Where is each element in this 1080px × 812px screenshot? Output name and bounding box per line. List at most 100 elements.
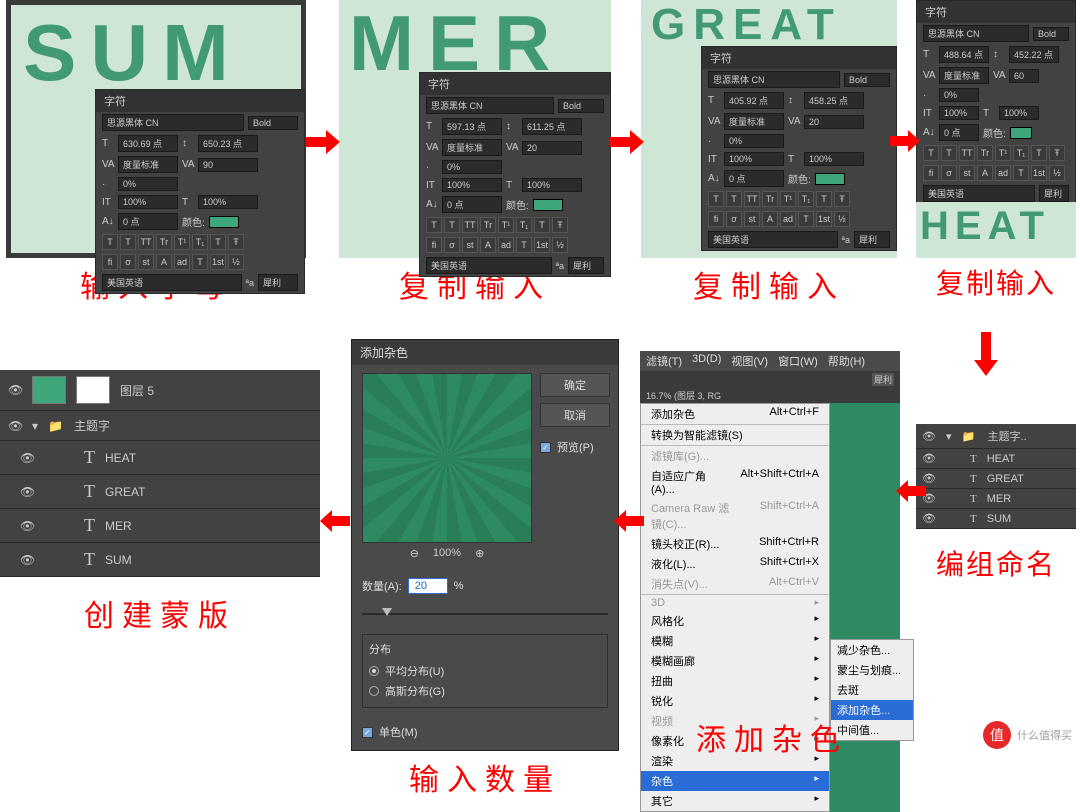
style-toggle-row: TTTTTrT¹T₁TŦ [96,232,304,252]
uniform-radio[interactable] [369,666,379,676]
caption-6: 添加杂色 [652,715,892,759]
vscale-input[interactable]: 100% [118,195,178,209]
color-label: 颜色: [182,214,205,229]
arrow-right-icon [890,130,920,152]
underline-toggle[interactable]: T [210,234,226,250]
gaussian-radio[interactable] [369,686,379,696]
text-color-swatch[interactable] [209,216,239,228]
subscript-toggle[interactable]: T₁ [192,234,208,250]
tracking-icon: VA [182,159,194,170]
ligature-toggle[interactable]: fi [102,254,118,270]
text-sum[interactable]: SUM [23,7,243,99]
baseline-input[interactable]: 0 点 [118,213,178,230]
text-heat[interactable]: HEAT [920,204,1050,249]
arrow-down-icon [974,332,998,376]
canvas-3: GREAT 字符 思源黑体 CNBold T405.92 点↕458.25 点 … [641,0,897,258]
amount-slider-thumb[interactable] [382,608,392,616]
visibility-icon[interactable]: 👁 [922,430,936,443]
allcaps-toggle[interactable]: TT [138,234,154,250]
italic-toggle[interactable]: T [120,234,136,250]
character-panel-3[interactable]: 字符 思源黑体 CNBold T405.92 点↕458.25 点 VA度量标准… [701,46,897,251]
noise-preview [362,373,532,543]
strikethrough-toggle[interactable]: Ŧ [228,234,244,250]
mask-thumb[interactable] [76,376,110,404]
opentype-row: fiσstAadT1st½ [96,252,304,272]
layer-heat[interactable]: HEAT [987,453,1016,465]
zoom-level: 100% [433,547,461,560]
arrow-left-icon [614,510,644,532]
watermark: 值 什么值得买 [983,721,1072,749]
hscale-icon: T [182,197,194,208]
language-dropdown[interactable]: 美国英语 [102,274,242,291]
menu-noise-group: 杂色▸ [641,771,829,791]
add-noise-dialog[interactable]: 添加杂色 ⊖ 100% ⊕ 确定 取消 ✓预览(P) 数量(A [351,339,619,751]
layers-panel-large[interactable]: 👁图层 5 👁▾📁主题字 👁THEAT 👁TGREAT 👁TMER 👁TSUM [0,370,320,577]
font-family-dropdown[interactable]: 思源黑体 CN [102,114,244,131]
folder-icon: 📁 [48,419,64,433]
menu-filter[interactable]: 滤镜(T) [646,353,682,369]
character-panel-1[interactable]: 字符 思源黑体 CN Bold T 630.69 点 ↕ 650.23 点 VA 度量… [95,89,305,294]
arrow-left-icon [896,480,926,502]
group-name[interactable]: 主题字.. [988,428,1027,444]
layer-great[interactable]: GREAT [987,473,1024,485]
superscript-toggle[interactable]: T¹ [174,234,190,250]
vscale-icon: IT [102,197,114,208]
font-size-input[interactable]: 630.69 点 [118,135,178,152]
caption-8: 创建蒙版 [0,591,320,635]
canvas-4: HEAT [916,202,1076,258]
tsume-icon: · [102,179,114,190]
canvas-1: SUM 字符 思源黑体 CN Bold T630.69 点 ↕650.23 点 … [6,0,306,258]
font-size-icon: T [102,138,114,149]
cancel-button[interactable]: 取消 [540,403,610,427]
layer-mer[interactable]: MER [105,519,132,533]
smallcaps-toggle[interactable]: Tr [156,234,172,250]
ok-button[interactable]: 确定 [540,373,610,397]
layer-5[interactable]: 图层 5 [120,382,154,399]
group-name[interactable]: 主题字 [74,417,110,434]
chevron-down-icon[interactable]: ▾ [946,430,952,443]
watermark-badge-icon: 值 [983,721,1011,749]
caption-7: 输入数量 [351,755,619,799]
kerning-input[interactable]: 度量标准 [118,156,178,173]
amount-input[interactable]: 20 [408,578,448,594]
layer-sum[interactable]: SUM [987,513,1011,525]
kerning-icon: VA [102,159,114,170]
caption-5: 编组命名 [916,543,1076,583]
chevron-down-icon[interactable]: ▾ [32,419,38,433]
layers-panel-small[interactable]: 👁▾📁主题字.. 👁THEAT 👁TGREAT 👁TMER 👁TSUM [916,424,1076,529]
layer-sum[interactable]: SUM [105,553,132,567]
visibility-icon[interactable]: 👁 [8,383,22,397]
folder-icon: 📁 [962,430,978,443]
character-panel-2[interactable]: 字符 思源黑体 CNBold T597.13 点↕611.25 点 VA度量标准… [419,72,611,277]
zoom-in-icon[interactable]: ⊕ [475,547,484,560]
aa-dropdown[interactable]: 犀利 [258,274,298,291]
tsume-input[interactable]: 0% [118,177,178,191]
arrow-left-icon [320,510,350,532]
dialog-title: 添加杂色 [352,340,618,365]
leading-input[interactable]: 650.23 点 [198,135,258,152]
character-panel-4[interactable]: 字符 思源黑体 CNBold T488.64 点↕452.22 点 VA度量标准… [916,0,1076,205]
zoom-out-icon[interactable]: ⊖ [410,547,419,560]
preview-checkbox[interactable]: ✓ [540,442,551,453]
watermark-text: 什么值得买 [1017,727,1072,743]
caption-4: 复制输入 [916,262,1076,302]
baseline-icon: A↓ [102,216,114,227]
amount-label: 数量(A): [362,578,402,594]
leading-icon: ↕ [182,138,194,149]
layer-mer[interactable]: MER [987,493,1011,505]
text-great[interactable]: GREAT [651,0,842,50]
bold-toggle[interactable]: T [102,234,118,250]
arrow-right-icon [610,130,644,154]
font-weight-dropdown[interactable]: Bold [248,116,298,130]
canvas-2: MER 字符 思源黑体 CNBold T597.13 点↕611.25 点 VA… [339,0,611,258]
hscale-input[interactable]: 100% [198,195,258,209]
layer-thumb[interactable] [32,376,66,404]
tracking-input[interactable]: 90 [198,158,258,172]
layer-heat[interactable]: HEAT [105,451,136,465]
panel-title: 字符 [96,90,304,112]
layer-great[interactable]: GREAT [105,485,145,499]
menubar[interactable]: 滤镜(T) 3D(D) 视图(V) 窗口(W) 帮助(H) [640,351,900,371]
mono-checkbox[interactable]: ✓ [362,727,373,738]
distribution-label: 分布 [369,641,601,657]
caption-3: 复制输入 [641,262,897,306]
